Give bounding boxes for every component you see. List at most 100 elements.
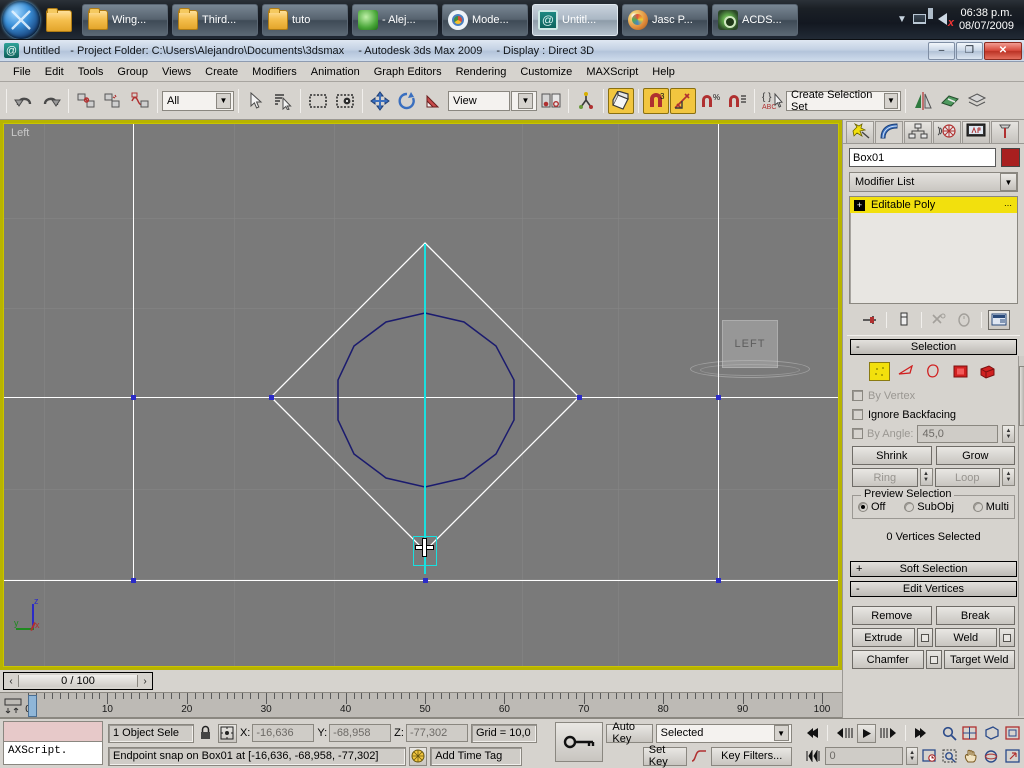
by-angle-spinner[interactable]: ▲ ▼ — [1002, 424, 1015, 443]
mirror-selected-objects-icon[interactable] — [910, 88, 936, 114]
named-selection-set-dropdown[interactable]: Create Selection Set ▼ — [786, 89, 901, 113]
select-and-rotate-icon[interactable] — [394, 88, 420, 114]
named-selection-sets-icon[interactable]: { } ABC — [759, 88, 785, 114]
next-frame-arrow[interactable]: › — [138, 673, 152, 689]
menu-item-help[interactable]: Help — [645, 64, 682, 80]
frame-ruler[interactable]: 0102030405060708090100 — [25, 693, 842, 717]
preview-multi-radio[interactable] — [972, 502, 983, 512]
start-orb-button[interactable] — [2, 0, 40, 39]
tray-overflow-icon[interactable]: ▼ — [897, 14, 907, 25]
next-frame-button[interactable] — [879, 723, 899, 743]
spinner-snap-toggle-icon[interactable]: % — [697, 88, 723, 114]
scrollbar-thumb[interactable] — [1019, 366, 1024, 426]
go-to-start-button[interactable] — [803, 723, 821, 743]
display-tab[interactable] — [962, 121, 990, 143]
taskbar-clock[interactable]: 06:38 p.m. 08/07/2009 — [959, 7, 1018, 33]
preview-off-radio-row[interactable]: Off — [858, 501, 885, 513]
key-filters-button[interactable]: Key Filters... — [710, 746, 793, 766]
polygon-subobject-icon[interactable] — [950, 362, 971, 381]
element-subobject-icon[interactable] — [977, 362, 998, 381]
y-value[interactable]: -68,958 — [329, 724, 392, 742]
percent-snap-toggle-icon[interactable] — [670, 87, 696, 114]
menu-item-rendering[interactable]: Rendering — [449, 64, 514, 80]
time-configuration-icon[interactable] — [921, 746, 938, 766]
zoom-region-icon[interactable] — [941, 746, 959, 766]
close-button[interactable]: ✕ — [984, 41, 1022, 60]
vertex-marker[interactable] — [131, 395, 136, 400]
maximize-viewport-icon[interactable] — [1004, 746, 1022, 766]
motion-tab[interactable] — [933, 121, 961, 143]
object-name-input[interactable] — [849, 148, 996, 167]
selection-lock-icon[interactable] — [197, 723, 215, 743]
zoom-extents-icon[interactable] — [983, 723, 1001, 743]
make-unique-icon[interactable] — [928, 310, 950, 330]
vertex-subobject-icon[interactable] — [869, 362, 890, 381]
weld-settings-button[interactable] — [999, 628, 1015, 647]
pin-stack-icon[interactable] — [858, 310, 880, 330]
prev-frame-arrow[interactable]: ‹ — [4, 673, 18, 689]
break-button[interactable]: Break — [935, 606, 1015, 625]
by-vertex-checkbox-row[interactable]: By Vertex — [852, 386, 1015, 405]
taskbar-button[interactable]: Jasc P... — [622, 3, 708, 36]
menu-item-edit[interactable]: Edit — [38, 64, 71, 80]
undo-icon[interactable] — [11, 88, 37, 114]
by-vertex-checkbox[interactable] — [852, 390, 863, 401]
current-frame-spinner[interactable]: ▲ ▼ — [906, 747, 918, 765]
minimize-button[interactable]: – — [928, 41, 955, 60]
select-object-icon[interactable] — [243, 88, 269, 114]
play-animation-button[interactable] — [857, 723, 877, 743]
select-and-move-icon[interactable] — [367, 88, 393, 114]
reference-coordinate-system-dropdown[interactable]: View — [448, 90, 510, 111]
absolute-relative-transform-icon[interactable] — [217, 723, 237, 743]
menu-item-file[interactable]: File — [6, 64, 38, 80]
snaps-toggle-3d-icon[interactable] — [608, 87, 634, 114]
keyboard-shortcut-override-icon[interactable] — [573, 88, 599, 114]
menu-item-graph-editors[interactable]: Graph Editors — [367, 64, 449, 80]
vertex-marker[interactable] — [716, 578, 721, 583]
add-time-tag-text[interactable]: Add Time Tag — [430, 746, 522, 766]
listener-input-line[interactable] — [4, 722, 102, 742]
align-icon[interactable] — [937, 88, 963, 114]
ring-spinner[interactable]: ▲ ▼ — [919, 468, 933, 486]
utilities-tab[interactable] — [991, 121, 1019, 143]
taskbar-button[interactable]: Untitl... — [532, 3, 618, 36]
taskbar-button[interactable]: tuto — [262, 3, 348, 36]
menu-item-animation[interactable]: Animation — [304, 64, 367, 80]
current-frame-field[interactable]: 0 — [824, 747, 904, 765]
modify-tab[interactable] — [875, 121, 903, 143]
target-weld-button[interactable]: Target Weld — [943, 650, 1015, 669]
ignore-backfacing-checkbox-row[interactable]: Ignore Backfacing — [852, 405, 1015, 424]
time-slider[interactable]: ‹ 0 / 100 › — [0, 670, 842, 692]
vertex-marker[interactable] — [131, 578, 136, 583]
y-coordinate-field[interactable]: Y: -68,958 — [317, 724, 392, 742]
taskbar-button[interactable]: ACDS... — [712, 3, 798, 36]
selection-rollout-header[interactable]: - Selection — [850, 339, 1017, 355]
set-key-curve-icon[interactable] — [690, 746, 708, 766]
preview-multi-radio-row[interactable]: Multi — [972, 501, 1009, 513]
remove-modifier-icon[interactable] — [953, 310, 975, 330]
time-slider-thumb[interactable] — [28, 695, 37, 717]
modifier-list-dropdown[interactable]: Modifier List ▼ — [849, 172, 1018, 192]
zoom-extents-all-icon[interactable] — [1004, 723, 1022, 743]
soft-selection-rollout-header[interactable]: + Soft Selection — [850, 561, 1017, 577]
by-angle-checkbox[interactable] — [852, 428, 863, 439]
rectangular-selection-region-icon[interactable] — [305, 88, 331, 114]
x-value[interactable]: -16,636 — [252, 724, 315, 742]
menu-item-customize[interactable]: Customize — [513, 64, 579, 80]
x-coordinate-field[interactable]: X: -16,636 — [240, 724, 315, 742]
taskbar-button[interactable]: - Alej... — [352, 3, 438, 36]
weld-button[interactable]: Weld — [934, 628, 997, 647]
grow-button[interactable]: Grow — [935, 446, 1015, 465]
unlink-selection-icon[interactable] — [100, 88, 126, 114]
left-viewport[interactable]: Left LEFT z y x — [3, 123, 839, 667]
vertex-marker[interactable] — [577, 395, 582, 400]
menu-item-modifiers[interactable]: Modifiers — [245, 64, 304, 80]
selection-filter-dropdown[interactable]: All ▼ — [162, 90, 234, 111]
menu-item-tools[interactable]: Tools — [71, 64, 111, 80]
menu-item-views[interactable]: Views — [155, 64, 198, 80]
loop-button[interactable]: Loop — [934, 468, 1000, 487]
extrude-button[interactable]: Extrude — [852, 628, 915, 647]
taskbar-button[interactable]: Mode... — [442, 3, 528, 36]
shrink-button[interactable]: Shrink — [852, 446, 932, 465]
z-value[interactable]: -77,302 — [405, 724, 468, 742]
